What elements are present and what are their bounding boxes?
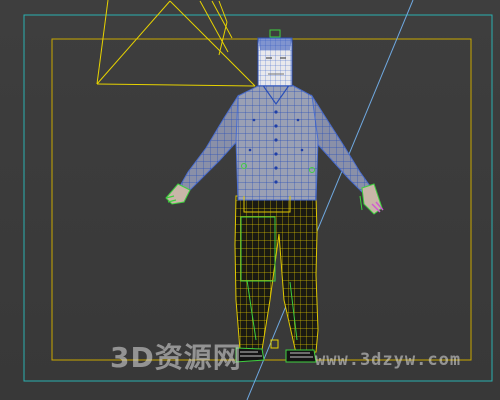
watermark-url: www.3dzyw.com (315, 350, 462, 370)
viewport-scene (23, 0, 493, 400)
character-shirt-wireframe (179, 83, 371, 213)
character-head-wireframe (257, 29, 293, 87)
watermark-logo-text: 3D资源网 (110, 341, 242, 374)
camera-helper (96, 0, 256, 87)
viewport-perspective[interactable]: 3D资源网 www.3dzyw.com (0, 0, 500, 400)
